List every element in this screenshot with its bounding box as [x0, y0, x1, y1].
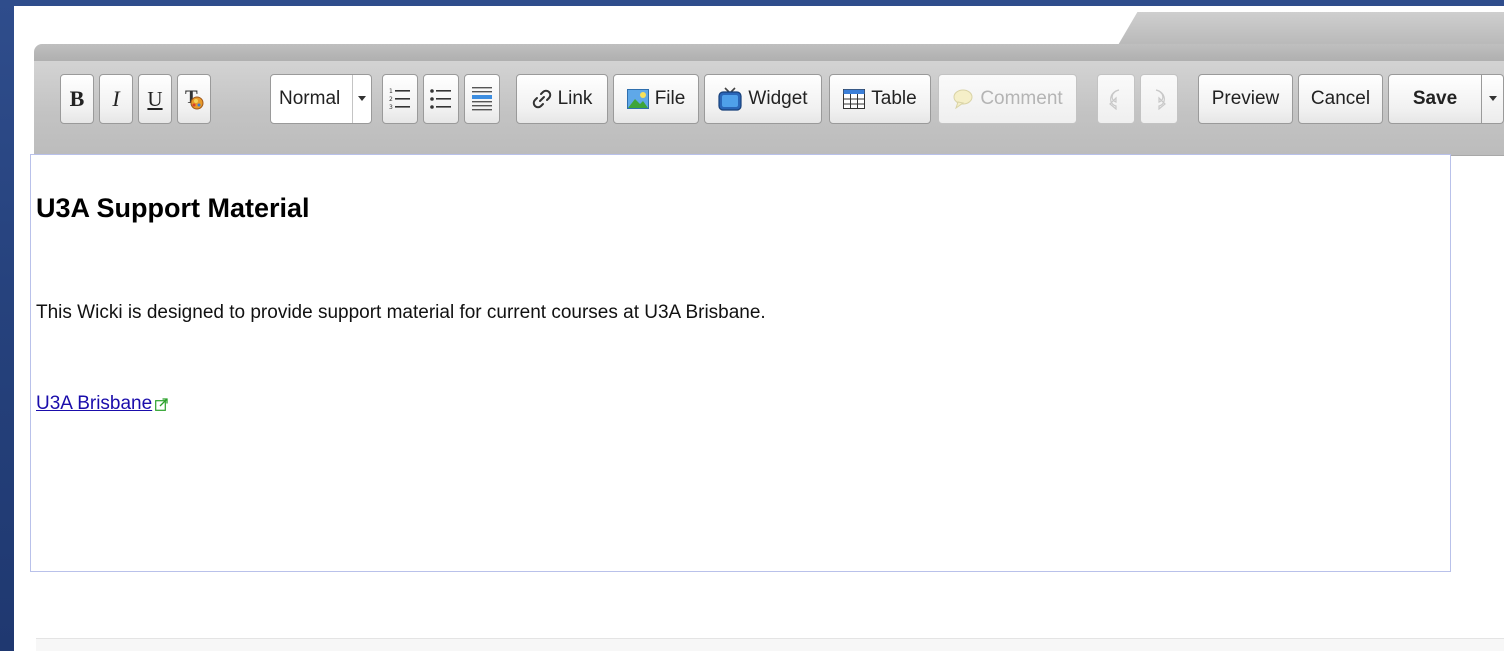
underline-button[interactable]: U [138, 74, 172, 124]
save-button-label: Save [1412, 88, 1458, 109]
file-button[interactable]: File [613, 74, 699, 124]
table-button[interactable]: Table [829, 74, 931, 124]
save-button[interactable]: Save [1388, 74, 1482, 124]
numbered-list-icon: 1 2 3 [389, 88, 410, 111]
editor-toolbar: B I U T Normal 1 2 3 Link File Widget Ta… [34, 61, 1504, 156]
bottom-panel-edge [36, 638, 1504, 651]
redo-icon [1155, 89, 1166, 110]
tv-widget-icon [718, 87, 743, 111]
cancel-button[interactable]: Cancel [1298, 74, 1383, 124]
image-file-icon [626, 89, 649, 109]
u3a-brisbane-link[interactable]: U3A Brisbane [36, 393, 152, 415]
table-button-label: Table [871, 88, 917, 109]
bulleted-list-icon [430, 89, 451, 109]
preview-button-label: Preview [1211, 88, 1280, 109]
comment-bubble-icon [952, 89, 974, 109]
external-link-icon [155, 397, 168, 411]
editor-window: B I U T Normal 1 2 3 Link File Widget Ta… [14, 6, 1504, 651]
svg-text:2: 2 [389, 96, 393, 103]
cancel-button-label: Cancel [1310, 88, 1371, 109]
text-color-icon: T [185, 87, 204, 110]
svg-text:3: 3 [389, 104, 393, 111]
save-options-dropdown[interactable] [1482, 74, 1504, 124]
widget-button-label: Widget [748, 88, 808, 109]
bulleted-list-button[interactable] [423, 74, 459, 124]
paragraph-block-icon [472, 87, 492, 111]
text-color-button[interactable]: T [177, 74, 211, 124]
italic-button[interactable]: I [99, 74, 133, 124]
link-button-label: Link [557, 88, 593, 109]
widget-button[interactable]: Widget [704, 74, 822, 124]
redo-button[interactable] [1140, 74, 1178, 124]
svg-text:1: 1 [389, 88, 393, 95]
preview-button[interactable]: Preview [1198, 74, 1293, 124]
table-icon [843, 89, 866, 109]
bold-button[interactable]: B [60, 74, 94, 124]
link-icon [532, 89, 552, 109]
link-button[interactable]: Link [516, 74, 608, 124]
editor-content-area[interactable]: U3A Support Material This Wicki is desig… [30, 154, 1451, 572]
file-button-label: File [654, 88, 686, 109]
bold-icon: B [69, 86, 85, 111]
italic-icon: I [112, 86, 120, 111]
page-link-row: U3A Brisbane [36, 393, 168, 415]
page-heading: U3A Support Material [36, 193, 310, 223]
underline-icon: U [147, 86, 163, 111]
chevron-down-icon [1488, 96, 1497, 101]
comment-button[interactable]: Comment [938, 74, 1077, 124]
page-paragraph: This Wicki is designed to provide suppor… [36, 302, 766, 323]
chevron-down-icon [352, 75, 371, 123]
undo-button[interactable] [1097, 74, 1135, 124]
align-block-button[interactable] [464, 74, 500, 124]
comment-button-label: Comment [980, 88, 1063, 109]
paragraph-style-value: Normal [279, 88, 341, 109]
numbered-list-button[interactable]: 1 2 3 [382, 74, 418, 124]
paragraph-style-select[interactable]: Normal [270, 74, 372, 124]
undo-icon [1109, 89, 1120, 110]
tab-chrome [14, 6, 1504, 68]
